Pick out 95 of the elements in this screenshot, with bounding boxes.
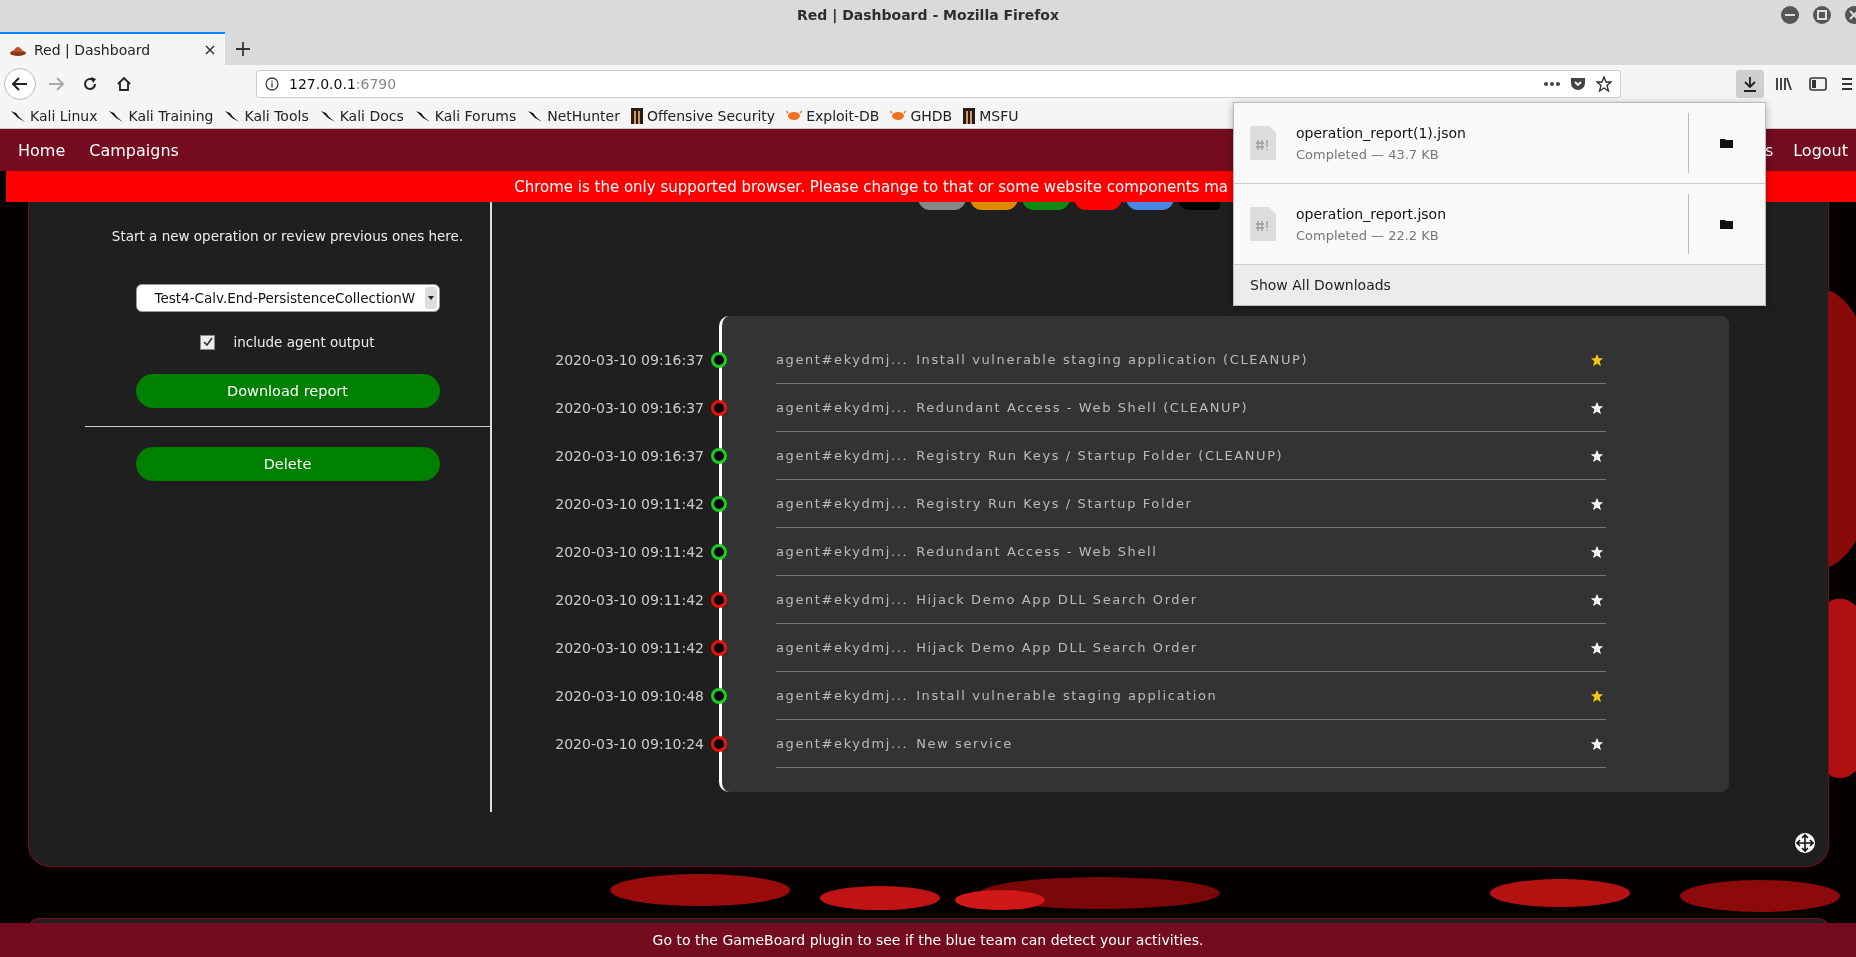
folder-icon [1720,218,1734,230]
timestamp: 2020-03-10 09:11:42 [554,639,705,658]
bookmark-link[interactable]: Kali Training [108,107,214,124]
checkbox[interactable] [200,334,216,350]
footer-text: Go to the GameBoard plugin to see if the blue team can detect your activities. [652,932,1204,948]
download-status: Completed — 43.7 KB [1296,146,1440,162]
pocket-icon[interactable] [1570,76,1586,92]
url-field[interactable]: 127.0.0.1:6790 [256,70,1621,98]
ability-name: Install vulnerable staging application [916,688,1218,703]
agent-name: agent#ekydmj... [776,688,909,703]
download-status: Completed — 22.2 KB [1296,227,1440,243]
bookmark-link[interactable]: NetHunter [527,107,620,124]
warning-text: Chrome is the only supported browser. Please change to that or some website components ma [514,177,1228,196]
bookmark-link[interactable]: Kali Forums [414,107,517,124]
sidebar-icon [1809,76,1827,92]
star-icon[interactable] [1590,448,1604,463]
menu-icon [1842,77,1852,91]
ability-name: Redundant Access - Web Shell (CLEANUP) [916,400,1249,415]
agent-name: agent#ekydmj... [776,544,909,559]
close-icon[interactable] [205,44,215,55]
agent-name: agent#ekydmj... [776,400,909,415]
agent-name: agent#ekydmj... [776,736,909,751]
bookmark-link[interactable]: Kali Docs [319,107,404,124]
download-item[interactable]: operation_report(1).json Completed — 43.7 KB [1234,103,1765,184]
bug-icon [786,109,803,122]
back-arrow-icon [12,77,28,91]
bookmark-link[interactable]: Kali Tools [224,107,309,124]
timestamp: 2020-03-10 09:16:37 [554,399,705,418]
bookmark-link[interactable]: Exploit-DB [786,107,880,124]
file-name: operation_report(1).json [1296,124,1467,141]
caret-icon [424,287,437,309]
star-icon[interactable] [1590,592,1604,607]
timestamp: 2020-03-10 09:10:24 [554,735,705,754]
bookmark-link[interactable]: Kali Linux [10,107,98,124]
nav-link[interactable]: Logout [1793,140,1848,160]
browser-tab[interactable]: Red | Dashboard [0,32,225,65]
ability-name: Hijack Demo App DLL Search Order [916,640,1198,655]
ability-name: Registry Run Keys / Startup Folder [916,496,1193,511]
download-report-button[interactable]: Download report [135,374,440,408]
info-icon [265,77,279,91]
download-icon [1742,76,1758,92]
back-button[interactable] [4,68,36,100]
plus-icon[interactable] [236,41,250,56]
operation-select[interactable]: Test4-Calv.End-PersistenceCollectionW [135,284,440,312]
file-icon [1250,126,1276,160]
timestamp: 2020-03-10 09:11:42 [554,543,705,562]
star-icon[interactable] [1590,640,1604,655]
minimize-icon[interactable] [1780,5,1800,25]
star-icon[interactable] [1596,76,1612,92]
bookmark-link[interactable]: Offensive Security [630,107,776,124]
downloads-button[interactable] [1736,70,1764,98]
intro-text: Start a new operation or review previous ones here. [111,228,464,244]
timestamp: 2020-03-10 09:11:42 [554,591,705,610]
star-icon[interactable] [1590,688,1604,703]
file-icon [1250,207,1276,241]
folder-icon [1720,137,1734,149]
home-icon [116,76,132,92]
ability-name: New service [916,736,1013,751]
agent-name: agent#ekydmj... [776,352,909,367]
agent-name: agent#ekydmj... [776,640,909,655]
star-icon[interactable] [1590,352,1604,367]
show-all-downloads-button[interactable]: Show All Downloads [1234,265,1765,305]
bookmark-link[interactable]: GHDB [890,107,953,124]
bug-icon [890,109,907,122]
timestamp: 2020-03-10 09:16:37 [554,351,705,370]
delete-button[interactable]: Delete [135,447,440,481]
ability-name: Registry Run Keys / Startup Folder (CLEANUP) [916,448,1284,463]
agent-name: agent#ekydmj... [776,592,909,607]
move-icon[interactable] [1794,832,1816,854]
gate-icon [630,107,643,124]
window-title: Red | Dashboard - Mozilla Firefox [797,7,1059,23]
file-name: operation_report.json [1296,205,1448,222]
ability-name: Redundant Access - Web Shell [916,544,1158,559]
star-icon[interactable] [1590,496,1604,511]
maximize-icon[interactable] [1812,5,1832,25]
ability-name: Install vulnerable staging application (CLEANUP) [916,352,1309,367]
star-icon[interactable] [1590,736,1604,751]
more-icon[interactable] [1544,82,1560,86]
timestamp: 2020-03-10 09:11:42 [554,495,705,514]
checkbox-label: include agent output [233,334,375,350]
agent-name: agent#ekydmj... [776,496,909,511]
star-icon[interactable] [1590,400,1604,415]
nav-link[interactable]: s [1764,140,1774,160]
nav-link[interactable]: Home [18,140,66,160]
reload-icon [82,76,98,92]
star-icon[interactable] [1590,544,1604,559]
agent-name: agent#ekydmj... [776,448,909,463]
timestamp: 2020-03-10 09:10:48 [554,687,705,706]
forward-arrow-icon [48,77,64,91]
nav-link[interactable]: Campaigns [89,140,179,160]
ability-name: Hijack Demo App DLL Search Order [916,592,1198,607]
timestamp: 2020-03-10 09:16:37 [554,447,705,466]
gate-icon [963,107,976,124]
bookmark-link[interactable]: MSFU [963,107,1019,124]
library-icon [1775,76,1793,92]
